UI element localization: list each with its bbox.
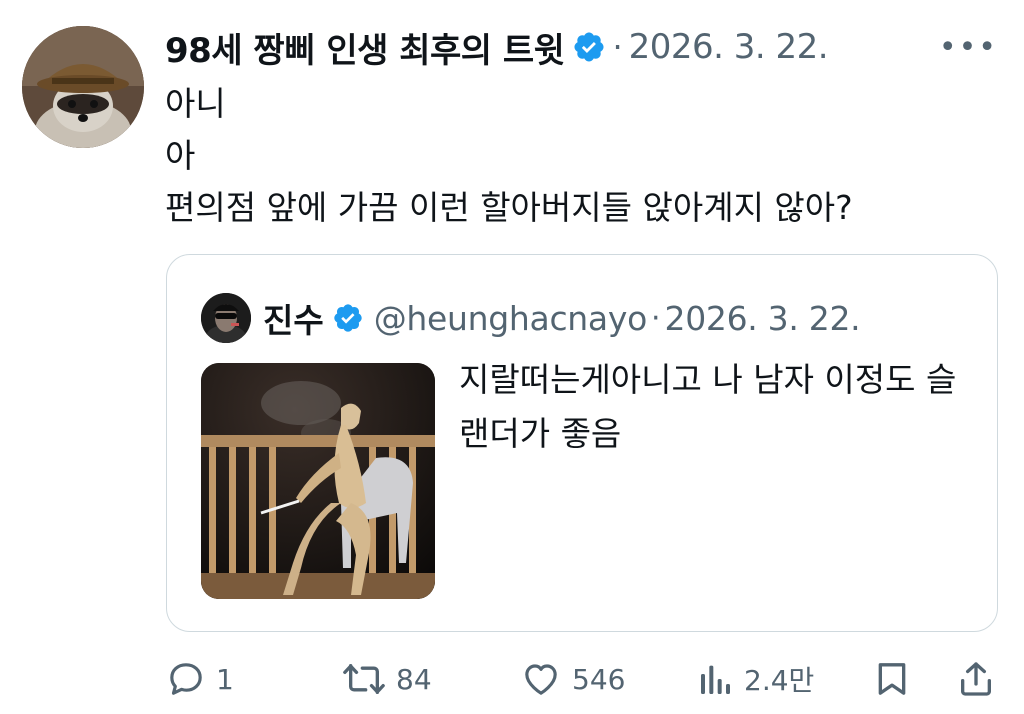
tweet-line: 편의점 앞에 가끔 이런 할아버지들 앉아계지 않아? (165, 188, 853, 227)
tweet-line: 아니 (165, 84, 226, 123)
bookmark-button[interactable] (872, 652, 912, 706)
reply-icon (170, 663, 202, 695)
tweet-header: 98세 짱삐 인생 최후의 트윗 · 2026. 3. 22. (165, 22, 829, 72)
share-button[interactable] (956, 652, 996, 706)
like-button[interactable]: 546 (520, 652, 625, 706)
retweet-button[interactable]: 84 (342, 652, 432, 706)
quoted-avatar-image (201, 293, 251, 343)
author-name[interactable]: 98세 짱삐 인생 최후의 트윗 (165, 23, 565, 72)
cougar-on-chair-image (201, 363, 435, 599)
tweet-date[interactable]: 2026. 3. 22. (629, 27, 829, 67)
more-options-icon[interactable]: ••• (939, 30, 998, 65)
quoted-author-name[interactable]: 진수 (263, 294, 324, 342)
retweet-count: 84 (396, 662, 432, 696)
separator-dot: · (650, 300, 661, 336)
author-avatar[interactable] (22, 26, 144, 148)
quoted-tweet-card[interactable]: 진수 @heunghacnayo · 2026. 3. 22. 지랄떠는게아니고… (166, 254, 998, 632)
quoted-tweet-header: 진수 @heunghacnayo · 2026. 3. 22. (201, 293, 861, 343)
share-icon (961, 662, 991, 696)
bookmark-icon (878, 663, 906, 695)
heart-icon (525, 664, 557, 695)
tweet-actions-bar: 1 84 546 2.4만 (0, 652, 1024, 706)
separator-dot: · (612, 28, 623, 66)
quoted-tweet-image[interactable] (201, 363, 435, 599)
reply-button[interactable]: 1 (166, 652, 234, 706)
quoted-author-handle[interactable]: @heunghacnayo (374, 299, 648, 338)
verified-badge-icon (332, 302, 364, 334)
like-count: 546 (572, 662, 626, 696)
quoted-author-avatar[interactable] (201, 293, 251, 343)
tweet-text: 아니 아 편의점 앞에 가끔 이런 할아버지들 앉아계지 않아? (165, 78, 853, 234)
views-button[interactable]: 2.4만 (698, 652, 814, 706)
verified-badge-icon (572, 30, 606, 64)
retweet-icon (343, 664, 385, 694)
reply-count: 1 (216, 662, 234, 696)
view-count: 2.4만 (744, 664, 815, 697)
quoted-tweet-date[interactable]: 2026. 3. 22. (665, 299, 861, 338)
raccoon-avatar-image (22, 26, 144, 148)
quoted-tweet-text: 지랄떠는게아니고 나 남자 이정도 슬랜더가 좋음 (459, 360, 957, 453)
tweet-line: 아 (165, 136, 196, 175)
views-chart-icon (701, 665, 730, 694)
